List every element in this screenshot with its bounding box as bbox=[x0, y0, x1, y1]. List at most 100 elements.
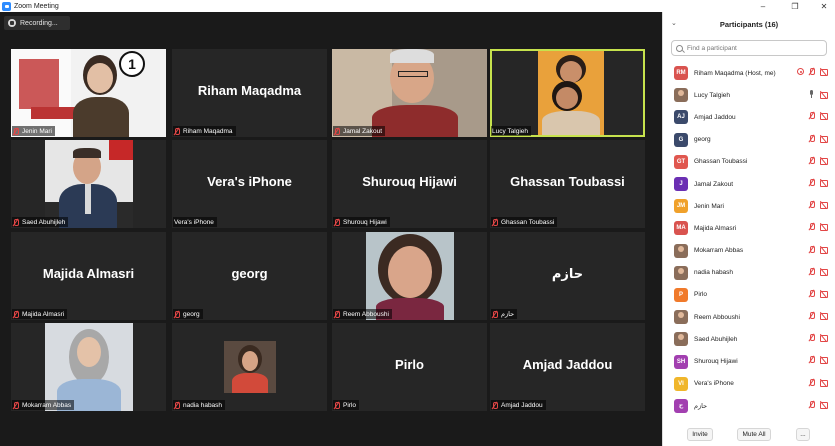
mic-muted-icon[interactable] bbox=[809, 312, 815, 320]
participant-item[interactable]: GT Ghassan Toubassi bbox=[663, 151, 835, 173]
video-tile-saed-abuhijleh[interactable]: Saed Abuhijleh bbox=[11, 140, 166, 228]
participant-item[interactable]: nadia habash bbox=[663, 262, 835, 284]
video-off-icon[interactable] bbox=[820, 290, 829, 298]
mic-muted-icon[interactable] bbox=[809, 378, 815, 386]
video-tile-jenin-mari[interactable]: 1 Jenin Mari bbox=[11, 49, 166, 137]
zoom-app-icon bbox=[2, 1, 11, 11]
collapse-chevron-icon[interactable]: ⌄ bbox=[671, 19, 677, 27]
recording-indicator[interactable]: Recording... bbox=[4, 16, 70, 30]
participant-avatar bbox=[674, 88, 688, 103]
video-tile-riham-maqadma[interactable]: Riham Maqadma Riham Maqadma bbox=[172, 49, 327, 137]
mic-muted-icon[interactable] bbox=[809, 201, 815, 209]
participant-item[interactable]: J Jamal Zakout bbox=[663, 173, 835, 195]
mic-muted-icon[interactable] bbox=[809, 112, 815, 120]
video-tile-ghassan-toubassi[interactable]: Ghassan Toubassi Ghassan Toubassi bbox=[490, 140, 645, 228]
mic-muted-icon[interactable] bbox=[809, 356, 815, 364]
video-tile-jamal-zakout[interactable]: Jamal Zakout bbox=[332, 49, 487, 137]
tile-display-name: Amjad Jaddou bbox=[522, 357, 613, 372]
more-options-button[interactable]: ... bbox=[796, 427, 810, 441]
video-tile-amjad-jaddou[interactable]: Amjad Jaddou Amjad Jaddou bbox=[490, 323, 645, 411]
recording-label: Recording... bbox=[20, 19, 58, 27]
video-tile-veras-iphone[interactable]: Vera's iPhone Vera's iPhone bbox=[172, 140, 327, 228]
close-button[interactable]: ✕ bbox=[813, 0, 835, 12]
video-tile-hazem[interactable]: حازم حازم bbox=[490, 232, 645, 320]
mic-muted-icon[interactable] bbox=[809, 289, 815, 297]
participant-item[interactable]: Ggeorg bbox=[663, 129, 835, 151]
video-off-icon[interactable] bbox=[820, 179, 829, 187]
participant-avatar: G bbox=[674, 132, 688, 147]
maximize-button[interactable]: ❐ bbox=[784, 0, 806, 12]
video-off-icon[interactable] bbox=[820, 157, 829, 165]
video-tile-georg[interactable]: georg georg bbox=[172, 232, 327, 320]
minimize-button[interactable]: – bbox=[752, 0, 774, 12]
mic-muted-icon[interactable] bbox=[809, 68, 815, 75]
participant-avatar bbox=[674, 265, 688, 280]
participant-item[interactable]: SH Shurouq Hijawi bbox=[663, 350, 835, 372]
tile-name-label: Lucy Talgieh bbox=[491, 126, 532, 136]
tile-name-label: Saed Abuhijleh bbox=[12, 217, 69, 227]
participant-item[interactable]: RM Riham Maqadma (Host, me) bbox=[663, 62, 835, 84]
tile-display-name: حازم bbox=[551, 266, 584, 281]
video-off-icon[interactable] bbox=[820, 356, 829, 365]
video-off-icon[interactable] bbox=[820, 401, 829, 409]
participant-list: RM Riham Maqadma (Host, me) Lucy Talgieh AJ… bbox=[663, 62, 835, 417]
mic-muted-icon[interactable] bbox=[809, 134, 815, 142]
mic-muted-icon[interactable] bbox=[809, 245, 815, 253]
tile-name-label: Reem Abboushi bbox=[333, 309, 392, 319]
video-tile-nadia-habash[interactable]: nadia habash bbox=[172, 323, 327, 411]
participant-video: 1 bbox=[11, 49, 166, 137]
participant-item[interactable]: Mokarram Abbas bbox=[663, 240, 835, 262]
mic-muted-icon bbox=[174, 310, 180, 318]
tile-display-name: Vera's iPhone bbox=[207, 174, 292, 189]
participant-avatar: SH bbox=[674, 354, 688, 369]
video-tile-mokarram-abbas[interactable]: Mokarram Abbas bbox=[11, 323, 166, 411]
video-tile-pirlo[interactable]: Pirlo Pirlo bbox=[332, 323, 487, 411]
participant-avatar bbox=[674, 243, 688, 258]
video-off-icon[interactable] bbox=[820, 268, 829, 276]
participant-item[interactable]: AJ Amjad Jaddou bbox=[663, 106, 835, 128]
participant-item[interactable]: Lucy Talgieh bbox=[663, 84, 835, 106]
participant-item[interactable]: P Pirlo bbox=[663, 284, 835, 306]
participant-item[interactable]: Saed Abuhijleh bbox=[663, 328, 835, 350]
video-off-icon[interactable] bbox=[820, 135, 829, 143]
stop-recording-icon[interactable] bbox=[8, 19, 16, 27]
video-tile-shurouq-hijawi[interactable]: Shurouq Hijawi Shurouq Hijawi bbox=[332, 140, 487, 228]
mic-muted-icon[interactable] bbox=[809, 334, 815, 342]
participant-item[interactable]: VI Vera's iPhone bbox=[663, 373, 835, 395]
participant-item[interactable]: ح حازم bbox=[663, 395, 835, 417]
video-tile-reem-abboushi[interactable]: Reem Abboushi bbox=[332, 232, 487, 320]
participant-name: Reem Abboushi bbox=[694, 313, 740, 321]
participant-video bbox=[332, 49, 487, 137]
video-tile-majida-almasri[interactable]: Majida Almasri Majida Almasri bbox=[11, 232, 166, 320]
mic-muted-icon[interactable] bbox=[809, 400, 815, 408]
mic-muted-icon[interactable] bbox=[809, 178, 815, 186]
participant-avatar: VI bbox=[674, 376, 688, 391]
video-off-icon[interactable] bbox=[820, 223, 829, 232]
video-off-icon[interactable] bbox=[820, 312, 829, 321]
participant-item[interactable]: MA Majida Almasri bbox=[663, 217, 835, 239]
search-input[interactable] bbox=[687, 44, 817, 52]
participant-avatar: RM bbox=[674, 66, 688, 81]
video-tile-lucy-talgieh[interactable]: Lucy Talgieh bbox=[490, 49, 645, 137]
tile-name-label: Vera's iPhone bbox=[173, 217, 217, 227]
tile-name-label: Ghassan Toubassi bbox=[491, 217, 558, 227]
mic-muted-icon[interactable] bbox=[809, 267, 815, 275]
video-off-icon[interactable] bbox=[820, 68, 829, 76]
participant-search[interactable] bbox=[671, 40, 827, 56]
mute-all-button[interactable]: Mute All bbox=[737, 427, 771, 441]
participant-item[interactable]: JM Jenin Mari bbox=[663, 195, 835, 217]
video-off-icon[interactable] bbox=[820, 334, 829, 343]
tile-name-label: Shurouq Hijawi bbox=[333, 217, 390, 227]
participant-name: nadia habash bbox=[694, 269, 734, 277]
invite-button[interactable]: Invite bbox=[687, 427, 713, 441]
mic-muted-icon[interactable] bbox=[809, 156, 815, 164]
video-off-icon[interactable] bbox=[820, 112, 829, 121]
tile-name-label: Mokarram Abbas bbox=[12, 400, 75, 410]
video-off-icon[interactable] bbox=[820, 91, 829, 99]
mic-on-icon[interactable] bbox=[809, 90, 815, 99]
video-off-icon[interactable] bbox=[820, 201, 829, 210]
video-off-icon[interactable] bbox=[820, 379, 829, 387]
mic-muted-icon[interactable] bbox=[809, 223, 815, 231]
video-off-icon[interactable] bbox=[820, 246, 829, 254]
participant-item[interactable]: Reem Abboushi bbox=[663, 306, 835, 328]
